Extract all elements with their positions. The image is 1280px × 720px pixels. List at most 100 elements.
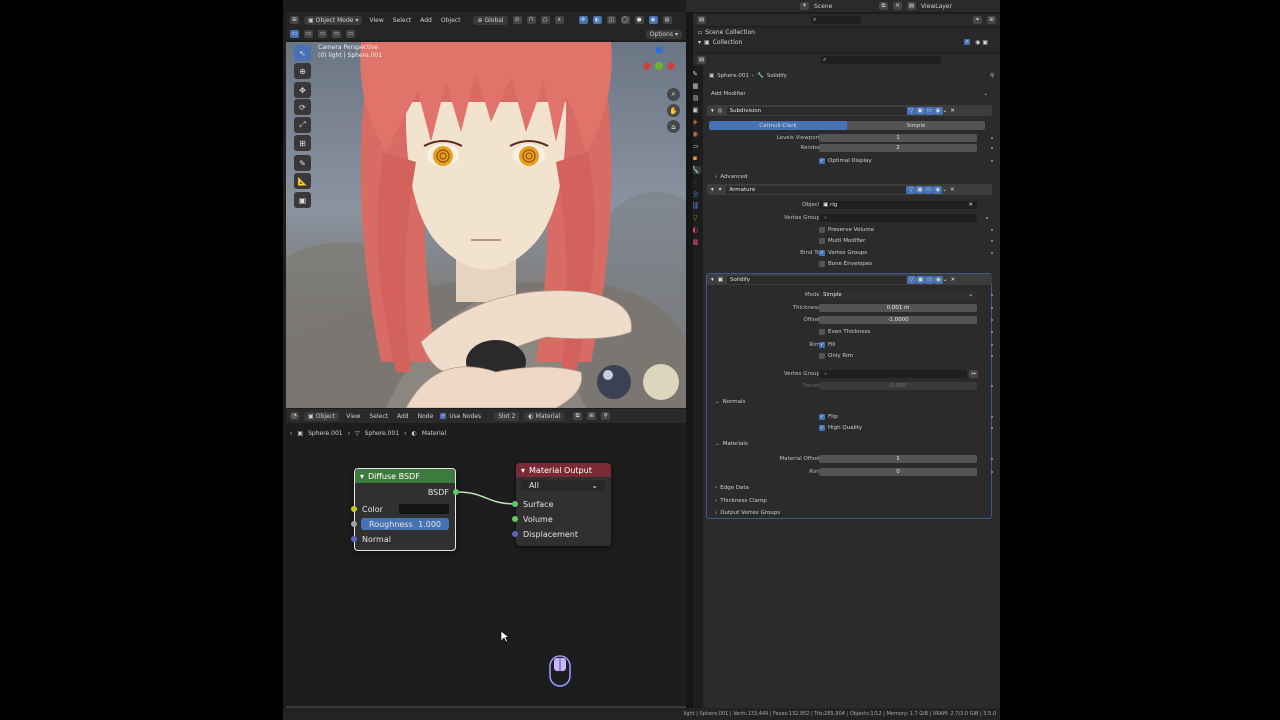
shading-solid-icon[interactable]: ● [634, 16, 644, 24]
vertex-groups-checkbox[interactable]: ✓ Vertex Groups [819, 250, 867, 256]
simple-option[interactable]: Simple [847, 121, 985, 130]
add-modifier-button[interactable]: Add Modifier ⌄ [707, 89, 992, 99]
keyframe-dot-icon[interactable] [991, 355, 993, 357]
menu-view[interactable]: View [367, 17, 385, 24]
new-collection-icon[interactable]: ⊞ [987, 16, 996, 24]
solidify-name-field[interactable]: Solidify [726, 275, 907, 284]
diffuse-bsdf-node[interactable]: ▾ Diffuse BSDF BSDF Color Roughness 1.000 … [351, 468, 459, 551]
shading-rendered-icon[interactable]: ◍ [662, 16, 672, 24]
pin-icon[interactable]: ⚲ [601, 412, 611, 420]
copy-material-icon[interactable]: ⧉ [573, 412, 583, 420]
annotate-tool-icon[interactable]: ✎ [294, 155, 311, 171]
preserve-volume-checkbox[interactable]: Preserve Volume [703, 225, 1000, 235]
menu-view[interactable]: View [344, 413, 362, 420]
keyframe-dot-icon[interactable] [991, 458, 993, 460]
color-input-socket[interactable] [351, 506, 357, 512]
view-layer-name[interactable]: ViewLayer [921, 3, 952, 10]
edit-mode-icon[interactable]: ▣ [915, 106, 925, 115]
optimal-display-checkbox[interactable]: ✓ Optimal Display [703, 156, 1000, 166]
subdivision-name-field[interactable]: Subdivision [726, 106, 907, 115]
menu-select[interactable]: Select [367, 413, 390, 420]
keyframe-dot-icon[interactable] [991, 229, 993, 231]
clear-icon[interactable]: ✕ [968, 202, 973, 208]
edit-mode-icon[interactable]: ▣ [915, 185, 925, 194]
overlay-icon[interactable]: ◐ [592, 16, 602, 24]
render-icon[interactable]: ◉ [933, 275, 943, 284]
fill-checkbox[interactable]: ✓ Fill [819, 342, 835, 348]
area-separator[interactable] [686, 12, 693, 708]
slot-dropdown[interactable]: Slot 2 [494, 411, 520, 421]
output-vertex-groups-subpanel[interactable]: › Output Vertex Groups [715, 508, 1000, 518]
exclude-checkbox[interactable]: ✓ [964, 39, 971, 45]
object-tab-icon[interactable]: ▪ [693, 154, 698, 162]
scene-name[interactable]: Scene [814, 3, 874, 10]
select-box-icon[interactable]: ▭ [290, 30, 299, 38]
color-swatch[interactable] [399, 504, 449, 514]
xray-icon[interactable]: ◫ [606, 16, 616, 24]
new-material-icon[interactable]: ⊞ [587, 412, 597, 420]
pivot-icon[interactable]: ⊙ [512, 16, 522, 24]
material-dropdown[interactable]: ◐ Material [524, 411, 565, 421]
advanced-subpanel[interactable]: › Advanced [703, 172, 1000, 182]
keyframe-dot-icon[interactable] [991, 252, 993, 254]
armature-vgroup-field[interactable]: ⁘ [819, 214, 977, 222]
editor-type-icon[interactable]: ⊞ [290, 16, 299, 24]
target-dropdown[interactable]: All ⌄ [521, 480, 606, 491]
material-output-node[interactable]: ▾ Material Output All ⌄ Surface Volume Dis… [512, 463, 611, 546]
subdivision-modifier-header[interactable]: ▾ ◎ Subdivision ▽ ▣ ▭ ◉ ⌄ ✕ [707, 105, 992, 116]
zoom-icon[interactable]: ⌕ [667, 88, 680, 101]
scene-browse-icon[interactable]: ⧉ [879, 2, 888, 10]
collapse-icon[interactable]: ▾ [711, 187, 714, 193]
scene-collection-row[interactable]: ▫ Scene Collection [698, 29, 755, 36]
data-tab-icon[interactable]: ▽ [692, 214, 697, 222]
shading-material-icon[interactable]: ◉ [648, 16, 658, 24]
bsdf-output-socket[interactable] [453, 489, 459, 495]
collapse-icon[interactable]: ▾ [360, 472, 364, 481]
properties-editor-icon[interactable]: ▤ [697, 56, 706, 64]
keyframe-dot-icon[interactable] [991, 344, 993, 346]
keyframe-dot-icon[interactable] [991, 307, 993, 309]
invert-vgroup-icon[interactable]: ↔ [969, 370, 978, 378]
even-thickness-checkbox[interactable]: Even Thickness [703, 327, 1000, 337]
pan-hand-icon[interactable]: ✋ [667, 104, 680, 117]
armature-modifier-header[interactable]: ▾ ✦ Armature ▽ ▣ ▭ ◉ ⌄ ✕ [707, 184, 992, 195]
solidify-mode-dropdown[interactable]: Simple ⌄ [819, 291, 977, 299]
select-intersect-icon[interactable]: ▭ [346, 30, 355, 38]
outliner-search-input[interactable]: ⌕ [811, 16, 861, 24]
flip-checkbox[interactable]: ✓ Flip [703, 412, 1000, 422]
collapse-icon[interactable]: ▾ [521, 466, 525, 475]
high-quality-checkbox[interactable]: ✓ High Quality [703, 423, 1000, 433]
editor-type-icon[interactable]: ◔ [290, 412, 299, 420]
pin-icon[interactable]: ⚲ [990, 73, 994, 79]
diffuse-node-header[interactable]: ▾ Diffuse BSDF [355, 469, 455, 483]
keyframe-dot-icon[interactable] [991, 137, 993, 139]
multi-modifier-checkbox[interactable]: Multi Modifier [703, 236, 1000, 246]
edit-mode-icon[interactable]: ▣ [915, 275, 925, 284]
keyframe-dot-icon[interactable] [991, 160, 993, 162]
snap-icon[interactable]: ⊓ [526, 16, 536, 24]
select-extend-icon[interactable]: ▭ [304, 30, 313, 38]
menu-add[interactable]: Add [395, 413, 411, 420]
expand-icon[interactable]: ▾ [698, 39, 701, 46]
normals-subpanel[interactable]: ⌄ Normals [715, 397, 1000, 407]
volume-input-socket[interactable] [512, 516, 518, 522]
menu-object[interactable]: Object [439, 17, 463, 24]
surface-input-socket[interactable] [512, 501, 518, 507]
collection-row[interactable]: ▾ ▣ Collection ✓ ◉ ▣ [698, 39, 988, 46]
normal-input-socket[interactable] [351, 536, 357, 542]
on-cage-icon[interactable]: ▽ [906, 185, 916, 194]
offset-field[interactable]: -1.0000 [819, 316, 977, 324]
scale-tool-icon[interactable]: ⤢ [294, 117, 311, 133]
move-tool-icon[interactable]: ✥ [294, 82, 311, 98]
gizmo-icon[interactable]: ✥ [578, 16, 588, 24]
realtime-icon[interactable]: ▭ [924, 275, 934, 284]
filter-icon[interactable]: ⏷ [973, 16, 982, 24]
outliner-editor-icon[interactable]: ▤ [697, 16, 706, 24]
navigation-gizmo[interactable] [642, 46, 676, 80]
close-icon[interactable]: ✕ [950, 108, 955, 114]
falloff-icon[interactable]: ∧ [554, 16, 564, 24]
camera-view-icon[interactable]: ⌂ [667, 120, 680, 133]
chevron-down-icon[interactable]: ⌄ [943, 108, 948, 114]
select-invert-icon[interactable]: ▭ [332, 30, 341, 38]
realtime-icon[interactable]: ▭ [924, 106, 934, 115]
